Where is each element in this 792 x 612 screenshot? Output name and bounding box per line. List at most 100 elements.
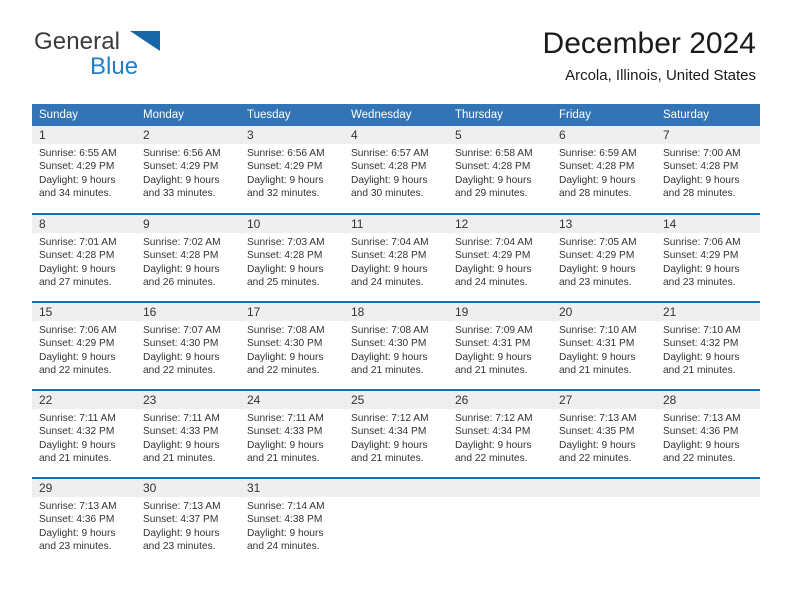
day-cell[interactable]: 4 Sunrise: 6:57 AM Sunset: 4:28 PM Dayli…: [344, 126, 448, 214]
day-number: 4: [344, 126, 448, 144]
day-cell[interactable]: 19 Sunrise: 7:09 AM Sunset: 4:31 PM Dayl…: [448, 302, 552, 390]
day-cell[interactable]: 20 Sunrise: 7:10 AM Sunset: 4:31 PM Dayl…: [552, 302, 656, 390]
day-cell[interactable]: 14 Sunrise: 7:06 AM Sunset: 4:29 PM Dayl…: [656, 214, 760, 302]
sunset-text: Sunset: 4:32 PM: [663, 338, 739, 350]
sunrise-sunset-calendar-table: Sunday Monday Tuesday Wednesday Thursday…: [32, 104, 760, 566]
daylight-text-line2: and 23 minutes.: [663, 277, 736, 289]
daylight-text-line2: and 22 minutes.: [559, 453, 632, 465]
day-cell[interactable]: 10 Sunrise: 7:03 AM Sunset: 4:28 PM Dayl…: [240, 214, 344, 302]
day-cell[interactable]: 31 Sunrise: 7:14 AM Sunset: 4:38 PM Dayl…: [240, 478, 344, 566]
day-cell[interactable]: 24 Sunrise: 7:11 AM Sunset: 4:33 PM Dayl…: [240, 390, 344, 478]
day-cell-empty: [656, 478, 760, 566]
week-row: 29 Sunrise: 7:13 AM Sunset: 4:36 PM Dayl…: [32, 478, 760, 566]
sunset-text: Sunset: 4:34 PM: [455, 426, 531, 438]
day-cell[interactable]: 11 Sunrise: 7:04 AM Sunset: 4:28 PM Dayl…: [344, 214, 448, 302]
day-cell[interactable]: 13 Sunrise: 7:05 AM Sunset: 4:29 PM Dayl…: [552, 214, 656, 302]
daylight-text-line1: Daylight: 9 hours: [351, 439, 428, 451]
week-row: 15 Sunrise: 7:06 AM Sunset: 4:29 PM Dayl…: [32, 302, 760, 390]
day-details: Sunrise: 7:11 AM Sunset: 4:33 PM Dayligh…: [136, 409, 240, 466]
day-cell[interactable]: 7 Sunrise: 7:00 AM Sunset: 4:28 PM Dayli…: [656, 126, 760, 214]
daylight-text-line1: Daylight: 9 hours: [455, 351, 532, 363]
day-cell[interactable]: 1 Sunrise: 6:55 AM Sunset: 4:29 PM Dayli…: [32, 126, 136, 214]
daylight-text-line2: and 21 minutes.: [143, 453, 216, 465]
day-number: 25: [344, 391, 448, 409]
day-cell[interactable]: 16 Sunrise: 7:07 AM Sunset: 4:30 PM Dayl…: [136, 302, 240, 390]
day-details: Sunrise: 7:13 AM Sunset: 4:37 PM Dayligh…: [136, 497, 240, 554]
sunrise-text: Sunrise: 7:10 AM: [559, 325, 637, 336]
day-number: 29: [32, 479, 136, 497]
day-cell[interactable]: 21 Sunrise: 7:10 AM Sunset: 4:32 PM Dayl…: [656, 302, 760, 390]
daylight-text-line1: Daylight: 9 hours: [247, 174, 324, 186]
daylight-text-line2: and 21 minutes.: [39, 453, 112, 465]
day-cell[interactable]: 2 Sunrise: 6:56 AM Sunset: 4:29 PM Dayli…: [136, 126, 240, 214]
day-number: 19: [448, 303, 552, 321]
day-number: [656, 479, 760, 497]
daylight-text-line2: and 23 minutes.: [559, 277, 632, 289]
sunset-text: Sunset: 4:29 PM: [247, 161, 323, 173]
daylight-text-line2: and 28 minutes.: [559, 188, 632, 200]
calendar-body: 1 Sunrise: 6:55 AM Sunset: 4:29 PM Dayli…: [32, 126, 760, 566]
daylight-text-line2: and 22 minutes.: [455, 453, 528, 465]
day-cell[interactable]: 17 Sunrise: 7:08 AM Sunset: 4:30 PM Dayl…: [240, 302, 344, 390]
general-blue-logo[interactable]: General Blue: [34, 30, 264, 82]
sunrise-text: Sunrise: 7:11 AM: [247, 413, 324, 424]
sunset-text: Sunset: 4:33 PM: [247, 426, 323, 438]
day-number: 24: [240, 391, 344, 409]
day-details: Sunrise: 7:13 AM Sunset: 4:36 PM Dayligh…: [32, 497, 136, 554]
day-cell[interactable]: 25 Sunrise: 7:12 AM Sunset: 4:34 PM Dayl…: [344, 390, 448, 478]
day-cell[interactable]: 22 Sunrise: 7:11 AM Sunset: 4:32 PM Dayl…: [32, 390, 136, 478]
day-cell[interactable]: 9 Sunrise: 7:02 AM Sunset: 4:28 PM Dayli…: [136, 214, 240, 302]
day-cell[interactable]: 30 Sunrise: 7:13 AM Sunset: 4:37 PM Dayl…: [136, 478, 240, 566]
day-cell[interactable]: 28 Sunrise: 7:13 AM Sunset: 4:36 PM Dayl…: [656, 390, 760, 478]
day-cell[interactable]: 12 Sunrise: 7:04 AM Sunset: 4:29 PM Dayl…: [448, 214, 552, 302]
daylight-text-line1: Daylight: 9 hours: [247, 527, 324, 539]
day-cell[interactable]: 23 Sunrise: 7:11 AM Sunset: 4:33 PM Dayl…: [136, 390, 240, 478]
day-details: Sunrise: 7:06 AM Sunset: 4:29 PM Dayligh…: [32, 321, 136, 378]
day-number: 5: [448, 126, 552, 144]
sunrise-text: Sunrise: 6:58 AM: [455, 148, 533, 159]
sunset-text: Sunset: 4:36 PM: [39, 514, 115, 526]
day-cell[interactable]: 18 Sunrise: 7:08 AM Sunset: 4:30 PM Dayl…: [344, 302, 448, 390]
sunrise-text: Sunrise: 6:56 AM: [247, 148, 325, 159]
daylight-text-line2: and 30 minutes.: [351, 188, 424, 200]
day-cell[interactable]: 6 Sunrise: 6:59 AM Sunset: 4:28 PM Dayli…: [552, 126, 656, 214]
day-cell-empty: [448, 478, 552, 566]
daylight-text-line2: and 24 minutes.: [351, 277, 424, 289]
day-details: Sunrise: 7:04 AM Sunset: 4:28 PM Dayligh…: [344, 233, 448, 290]
day-details: Sunrise: 7:09 AM Sunset: 4:31 PM Dayligh…: [448, 321, 552, 378]
week-row: 8 Sunrise: 7:01 AM Sunset: 4:28 PM Dayli…: [32, 214, 760, 302]
day-details: Sunrise: 7:11 AM Sunset: 4:33 PM Dayligh…: [240, 409, 344, 466]
sunrise-text: Sunrise: 7:14 AM: [247, 501, 325, 512]
sunrise-text: Sunrise: 7:13 AM: [663, 413, 741, 424]
day-details: Sunrise: 7:03 AM Sunset: 4:28 PM Dayligh…: [240, 233, 344, 290]
day-cell[interactable]: 5 Sunrise: 6:58 AM Sunset: 4:28 PM Dayli…: [448, 126, 552, 214]
daylight-text-line1: Daylight: 9 hours: [39, 527, 116, 539]
sunrise-text: Sunrise: 7:13 AM: [39, 501, 117, 512]
sunrise-text: Sunrise: 7:04 AM: [455, 237, 533, 248]
day-number: 27: [552, 391, 656, 409]
daylight-text-line1: Daylight: 9 hours: [247, 263, 324, 275]
day-cell[interactable]: 27 Sunrise: 7:13 AM Sunset: 4:35 PM Dayl…: [552, 390, 656, 478]
daylight-text-line1: Daylight: 9 hours: [39, 263, 116, 275]
day-details: Sunrise: 6:56 AM Sunset: 4:29 PM Dayligh…: [240, 144, 344, 201]
sunrise-text: Sunrise: 7:06 AM: [39, 325, 117, 336]
day-cell[interactable]: 8 Sunrise: 7:01 AM Sunset: 4:28 PM Dayli…: [32, 214, 136, 302]
daylight-text-line1: Daylight: 9 hours: [663, 263, 740, 275]
day-details: Sunrise: 7:04 AM Sunset: 4:29 PM Dayligh…: [448, 233, 552, 290]
sunrise-text: Sunrise: 7:13 AM: [143, 501, 221, 512]
day-cell[interactable]: 29 Sunrise: 7:13 AM Sunset: 4:36 PM Dayl…: [32, 478, 136, 566]
day-details: Sunrise: 7:08 AM Sunset: 4:30 PM Dayligh…: [344, 321, 448, 378]
day-cell[interactable]: 26 Sunrise: 7:12 AM Sunset: 4:34 PM Dayl…: [448, 390, 552, 478]
daylight-text-line1: Daylight: 9 hours: [247, 351, 324, 363]
sunset-text: Sunset: 4:29 PM: [663, 250, 739, 262]
sunset-text: Sunset: 4:36 PM: [663, 426, 739, 438]
daylight-text-line2: and 33 minutes.: [143, 188, 216, 200]
day-cell[interactable]: 15 Sunrise: 7:06 AM Sunset: 4:29 PM Dayl…: [32, 302, 136, 390]
daylight-text-line2: and 22 minutes.: [663, 453, 736, 465]
daylight-text-line2: and 21 minutes.: [351, 365, 424, 377]
day-cell[interactable]: 3 Sunrise: 6:56 AM Sunset: 4:29 PM Dayli…: [240, 126, 344, 214]
sunset-text: Sunset: 4:29 PM: [39, 161, 115, 173]
day-details: Sunrise: 7:00 AM Sunset: 4:28 PM Dayligh…: [656, 144, 760, 201]
daylight-text-line2: and 21 minutes.: [455, 365, 528, 377]
sunset-text: Sunset: 4:28 PM: [143, 250, 219, 262]
